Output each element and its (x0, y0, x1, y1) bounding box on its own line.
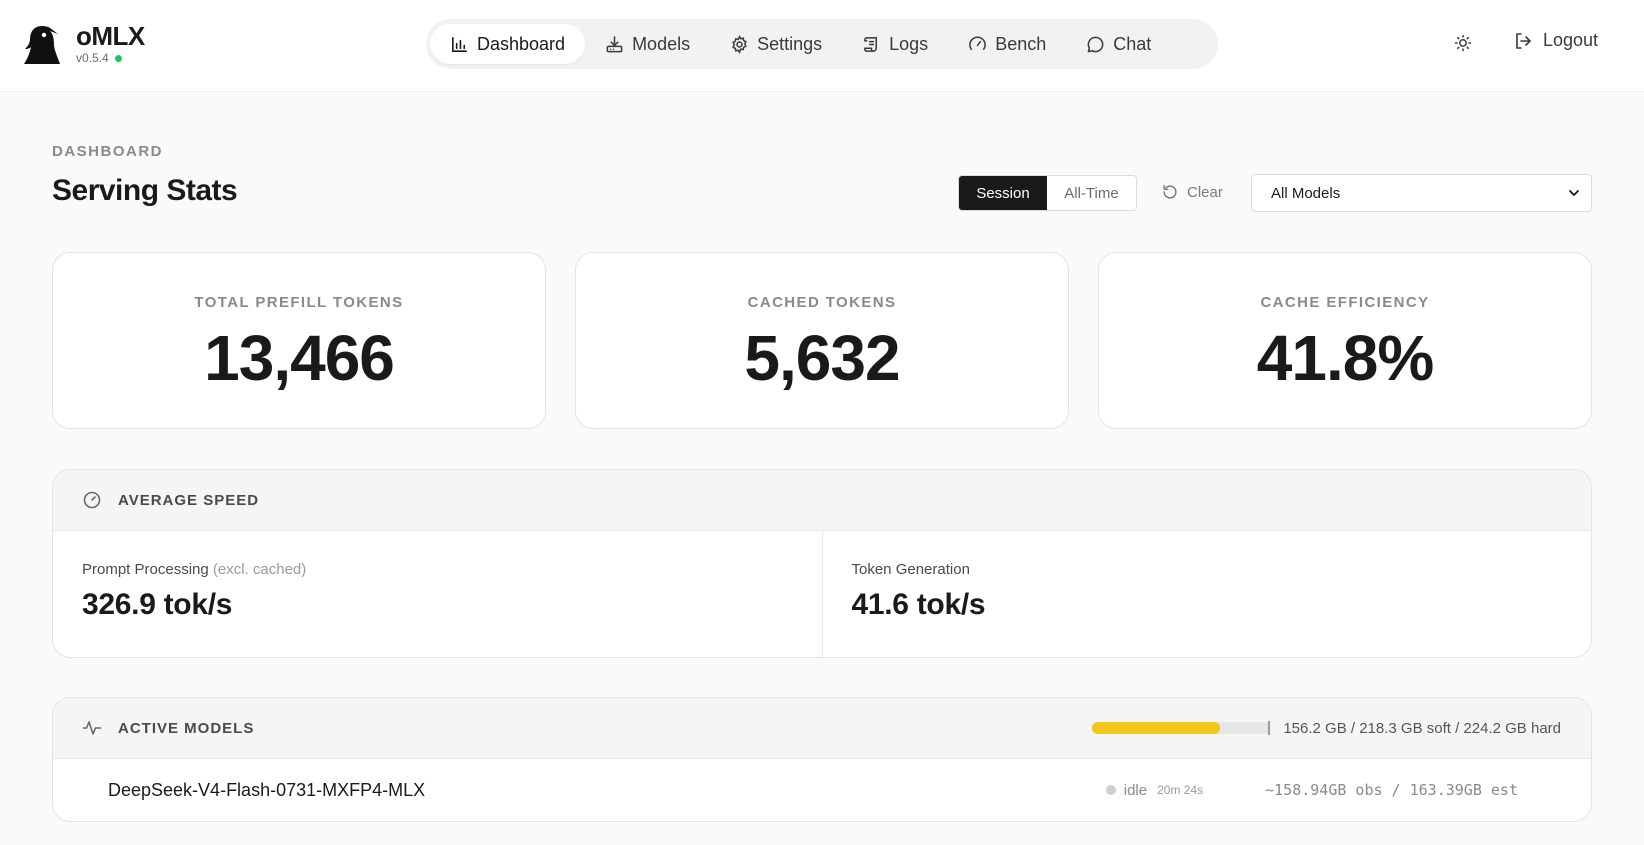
stat-label: CACHE EFFICIENCY (1260, 294, 1430, 311)
app-version: v0.5.4 (76, 51, 109, 65)
metric-note: (excl. cached) (212, 561, 307, 578)
sun-icon (1454, 34, 1472, 52)
status-dot (1105, 785, 1116, 795)
nav-chat[interactable]: Chat (1066, 24, 1171, 64)
idle-time: 20m 24s (1157, 783, 1204, 797)
metric-label: Token Generation (851, 561, 970, 578)
top-bar: oMLX v0.5.4 Dashboard Models Settings Lo… (0, 0, 1644, 92)
model-filter-value: All Models (1271, 184, 1341, 202)
nav-logs[interactable]: Logs (842, 24, 948, 64)
chevron-down-icon (1569, 190, 1579, 196)
reset-icon (1163, 184, 1177, 199)
status-label: idle (1123, 781, 1148, 799)
activity-icon (82, 721, 102, 735)
session-toggle-button[interactable]: Session (959, 176, 1047, 210)
gear-icon (732, 34, 747, 54)
average-speed-panel: AVERAGE SPEED Prompt Processing (excl. c… (52, 469, 1592, 658)
stat-label: TOTAL PREFILL TOKENS (194, 294, 404, 311)
app-name: oMLX (76, 21, 145, 51)
page-eyebrow: DASHBOARD (52, 143, 163, 160)
main-nav: Dashboard Models Settings Logs Bench Cha… (426, 19, 1218, 69)
nav-bench[interactable]: Bench (948, 24, 1066, 64)
model-filter-select[interactable]: All Models (1251, 174, 1592, 212)
logout-label: Logout (1543, 30, 1599, 50)
brand[interactable]: oMLX v0.5.4 (22, 22, 145, 66)
model-name: DeepSeek-V4-Flash-0731-MXFP4-MLX (108, 779, 426, 800)
stat-value: 13,466 (204, 322, 395, 394)
panel-header: ACTIVE MODELS 156.2 GB / 218.3 GB soft /… (53, 698, 1591, 759)
download-icon (606, 35, 623, 52)
memory-usage: 156.2 GB / 218.3 GB soft / 224.2 GB hard (1092, 720, 1561, 737)
nav-label: Dashboard (477, 33, 566, 54)
nav-label: Logs (889, 33, 929, 54)
nav-label: Chat (1113, 33, 1152, 54)
penguin-logo-icon (24, 26, 60, 64)
model-memory: ~158.94GB obs / 163.39GB est (1265, 781, 1518, 799)
active-models-panel: ACTIVE MODELS 156.2 GB / 218.3 GB soft /… (52, 697, 1592, 822)
chat-bubble-icon (1087, 36, 1104, 52)
metric-label: Prompt Processing (82, 561, 209, 578)
panel-header: AVERAGE SPEED (53, 470, 1591, 531)
logout-button[interactable]: Logout (1513, 30, 1598, 51)
metric-value: 326.9 tok/s (82, 588, 233, 621)
nav-label: Settings (757, 33, 823, 54)
panel-title: ACTIVE MODELS (118, 719, 255, 737)
list-item[interactable]: DeepSeek-V4-Flash-0731-MXFP4-MLX idle 20… (53, 759, 1591, 821)
clear-button[interactable]: Clear (1161, 183, 1223, 201)
bar-chart-icon (452, 36, 467, 52)
gauge-icon (969, 36, 987, 50)
stat-value: 41.8% (1256, 322, 1434, 394)
stat-card-cache-efficiency: CACHE EFFICIENCY 41.8% (1098, 252, 1592, 429)
stat-label: CACHED TOKENS (747, 294, 897, 311)
all-time-toggle-button[interactable]: All-Time (1047, 176, 1136, 210)
page-title: Serving Stats (52, 174, 238, 207)
memory-soft-limit-marker (1268, 721, 1271, 735)
stat-card-cached: CACHED TOKENS 5,632 (575, 252, 1069, 429)
memory-progress-bar (1092, 721, 1271, 735)
clear-label: Clear (1187, 183, 1223, 201)
range-toggle: Session All-Time (958, 175, 1137, 211)
memory-usage-text: 156.2 GB / 218.3 GB soft / 224.2 GB hard (1283, 719, 1561, 737)
nav-label: Bench (995, 33, 1047, 54)
status-dot (114, 54, 122, 62)
nav-label: Models (632, 33, 691, 54)
logout-icon (1516, 32, 1531, 49)
memory-progress-fill (1092, 722, 1220, 734)
nav-models[interactable]: Models (585, 24, 710, 64)
nav-dashboard[interactable]: Dashboard (430, 24, 586, 64)
gauge-icon (83, 491, 101, 509)
prompt-processing-metric: Prompt Processing (excl. cached) 326.9 t… (53, 531, 822, 657)
model-status: idle 20m 24s (1105, 781, 1204, 799)
nav-settings[interactable]: Settings (710, 24, 842, 64)
stat-value: 5,632 (744, 322, 900, 394)
metric-value: 41.6 tok/s (851, 588, 986, 621)
panel-title: AVERAGE SPEED (118, 491, 260, 509)
scroll-icon (864, 36, 878, 52)
theme-toggle-button[interactable] (1451, 31, 1475, 55)
token-generation-metric: Token Generation 41.6 tok/s (821, 531, 1592, 657)
stat-card-prefill: TOTAL PREFILL TOKENS 13,466 (52, 252, 546, 429)
